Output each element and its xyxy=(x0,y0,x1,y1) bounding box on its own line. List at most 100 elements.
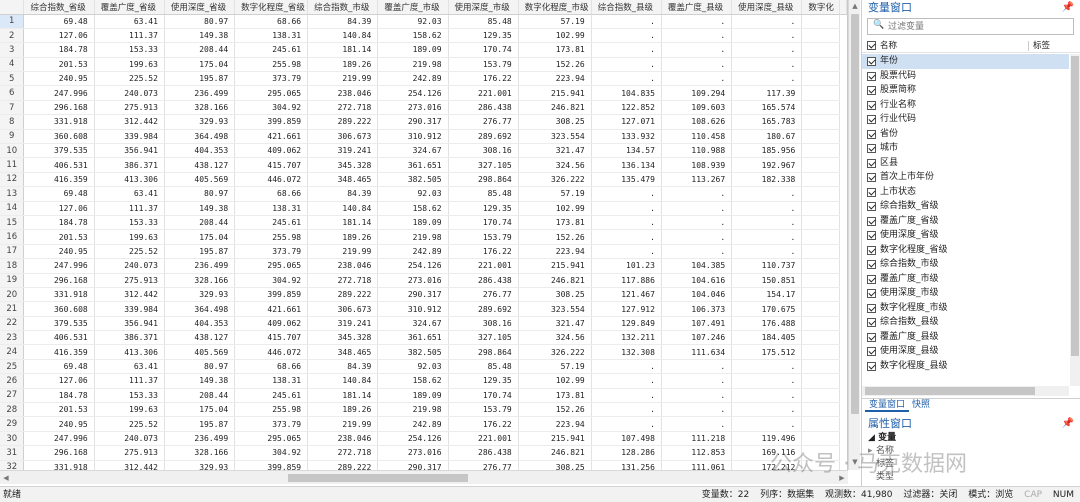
table-row[interactable]: 4 201.53 199.63 175.04 255.98 189.26 219.98 153… xyxy=(0,57,847,73)
data-cell[interactable]: 208.44 xyxy=(164,388,236,404)
data-cell[interactable]: 219.98 xyxy=(377,402,449,418)
table-row[interactable]: 7 296.168 275.913 328.166 304.92 272.718 273.0… xyxy=(0,100,847,116)
data-cell[interactable]: 121.467 xyxy=(591,287,662,303)
data-cell[interactable]: 150.851 xyxy=(731,273,803,288)
data-cell[interactable]: 69.48 xyxy=(23,359,95,375)
data-cell[interactable]: 111.37 xyxy=(94,373,165,389)
row-number[interactable]: 7 xyxy=(0,100,25,116)
column-header[interactable]: 综合指数_市级 xyxy=(307,0,379,15)
data-cell[interactable]: 201.53 xyxy=(23,229,95,245)
column-header[interactable]: 数字化程度_省级 xyxy=(234,0,309,15)
data-cell[interactable]: 364.498 xyxy=(164,301,236,317)
data-cell[interactable]: 153.79 xyxy=(448,57,519,73)
data-cell[interactable]: 149.38 xyxy=(164,373,236,389)
data-cell[interactable]: 221.001 xyxy=(448,431,519,447)
data-cell[interactable]: 225.52 xyxy=(94,244,165,260)
data-cell[interactable]: 242.89 xyxy=(377,244,449,260)
data-cell[interactable]: 399.859 xyxy=(234,287,309,303)
data-cell[interactable]: 57.19 xyxy=(518,359,592,375)
data-cell[interactable]: 127.06 xyxy=(23,373,95,389)
data-cell[interactable]: 107.498 xyxy=(591,431,662,447)
data-cell[interactable]: . xyxy=(661,388,733,404)
data-cell[interactable]: 175.04 xyxy=(164,402,236,418)
data-cell[interactable]: 254.126 xyxy=(377,85,449,101)
data-cell[interactable]: 321.47 xyxy=(518,316,592,332)
table-row[interactable]: 2 127.06 111.37 149.38 138.31 140.84 158.62 129… xyxy=(0,28,847,44)
column-header[interactable]: 使用深度_县级 xyxy=(731,0,803,15)
row-number[interactable]: 5 xyxy=(0,71,25,87)
data-cell[interactable]: 108.626 xyxy=(661,114,733,130)
data-cell[interactable]: . xyxy=(591,229,662,245)
table-row[interactable]: 27 184.78 153.33 208.44 245.61 181.14 189.09 17… xyxy=(0,388,847,404)
data-cell[interactable]: 223.94 xyxy=(518,71,592,87)
data-cell[interactable]: 328.166 xyxy=(164,445,236,461)
data-cell[interactable]: 382.505 xyxy=(377,344,449,360)
data-cell[interactable]: 57.19 xyxy=(518,186,592,202)
scroll-thumb[interactable] xyxy=(865,387,1035,395)
data-cell[interactable]: 127.071 xyxy=(591,114,662,130)
data-cell[interactable]: 272.718 xyxy=(307,100,379,116)
data-cell[interactable]: 238.046 xyxy=(307,85,379,101)
table-row[interactable]: 13 69.48 63.41 80.97 68.66 84.39 92.03 85.48 57.… xyxy=(0,186,847,202)
data-cell[interactable]: 296.168 xyxy=(23,100,95,116)
data-cell[interactable]: 110.737 xyxy=(731,258,803,274)
data-cell[interactable]: 140.84 xyxy=(307,373,379,389)
data-cell[interactable]: 134.57 xyxy=(591,143,662,159)
data-cell[interactable]: 245.61 xyxy=(234,388,309,404)
data-cell[interactable]: 110.988 xyxy=(661,143,733,159)
data-cell[interactable]: . xyxy=(591,402,662,418)
data-cell[interactable]: 236.499 xyxy=(164,258,236,274)
data-cell[interactable]: 327.105 xyxy=(448,157,519,173)
data-cell[interactable]: 373.79 xyxy=(234,71,309,87)
data-cell[interactable]: 102.99 xyxy=(518,373,592,389)
data-cell[interactable]: . xyxy=(591,71,662,87)
variable-item[interactable]: 年份 xyxy=(862,54,1069,69)
data-cell[interactable]: . xyxy=(591,42,662,58)
data-cell[interactable]: . xyxy=(731,42,803,58)
data-cell[interactable]: 319.241 xyxy=(307,143,379,159)
table-row[interactable]: 18 247.996 240.073 236.499 295.065 238.046 254… xyxy=(0,258,847,274)
data-cell[interactable]: 404.353 xyxy=(164,316,236,332)
data-grid[interactable]: 综合指数_省级 覆盖广度_省级 使用深度_省级 数字化程度_省级 综合指数_市级 覆盖广度… xyxy=(0,0,848,470)
row-number[interactable]: 13 xyxy=(0,186,25,202)
row-number[interactable]: 18 xyxy=(0,258,25,274)
data-cell[interactable]: 382.505 xyxy=(377,172,449,188)
data-cell[interactable]: 245.61 xyxy=(234,42,309,58)
data-cell[interactable]: 189.26 xyxy=(307,229,379,245)
data-cell[interactable]: 240.95 xyxy=(23,416,95,432)
data-cell[interactable]: 195.87 xyxy=(164,71,236,87)
row-number[interactable]: 3 xyxy=(0,42,25,58)
data-cell[interactable]: 319.241 xyxy=(307,316,379,332)
data-cell[interactable]: 84.39 xyxy=(307,186,379,202)
scroll-thumb[interactable] xyxy=(1071,56,1079,356)
data-cell[interactable]: 312.442 xyxy=(94,460,165,470)
data-cell[interactable]: 149.38 xyxy=(164,28,236,44)
data-cell[interactable]: 290.317 xyxy=(377,460,449,470)
data-cell[interactable]: 276.77 xyxy=(448,287,519,303)
column-header[interactable]: 综合指数_县级 xyxy=(591,0,662,15)
table-row[interactable]: 20 331.918 312.442 329.93 399.859 289.222 290.… xyxy=(0,287,847,303)
properties-section[interactable]: ◢ 变量 xyxy=(862,432,1080,445)
data-cell[interactable]: 240.073 xyxy=(94,258,165,274)
variable-item[interactable]: 省份 xyxy=(862,127,1069,142)
data-cell[interactable]: 219.99 xyxy=(307,416,379,432)
data-cell[interactable]: 242.89 xyxy=(377,416,449,432)
variable-checkbox[interactable] xyxy=(867,347,876,356)
data-cell[interactable]: 289.692 xyxy=(448,129,519,145)
data-cell[interactable]: 298.864 xyxy=(448,344,519,360)
data-cell[interactable]: 405.569 xyxy=(164,344,236,360)
table-row[interactable]: 10 379.535 356.941 404.353 409.062 319.241 324… xyxy=(0,143,847,159)
data-cell[interactable]: 176.488 xyxy=(731,316,803,332)
data-cell[interactable]: 295.065 xyxy=(234,258,309,274)
data-cell[interactable]: 308.25 xyxy=(518,287,592,303)
data-cell[interactable]: 286.438 xyxy=(448,100,519,116)
data-cell[interactable]: . xyxy=(591,359,662,375)
row-number[interactable]: 26 xyxy=(0,373,25,389)
data-cell[interactable]: 108.939 xyxy=(661,157,733,173)
data-cell[interactable]: 101.23 xyxy=(591,258,662,274)
data-cell[interactable]: . xyxy=(661,215,733,231)
data-cell[interactable]: 104.046 xyxy=(661,287,733,303)
data-cell[interactable]: 296.168 xyxy=(23,273,95,288)
row-number[interactable]: 10 xyxy=(0,143,25,159)
data-cell[interactable]: 221.001 xyxy=(448,258,519,274)
